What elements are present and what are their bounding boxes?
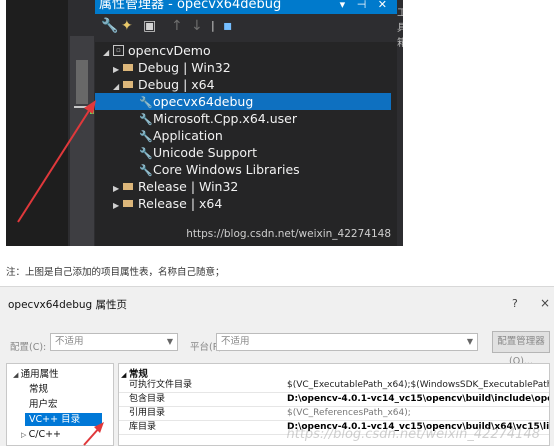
annotation-arrow: [17, 100, 96, 223]
property-manager-screenshot: ✥ 属性管理器 - opecvx64debug ▾ ⊣ ✕ 🔧 ✦ ▣ ↑ ↓ …: [6, 0, 403, 246]
annotation-arrow: [83, 422, 104, 446]
property-pages-dialog: opecvx64debug 属性页 ? × 配置(C): 不适用 ▼ 平台(P):…: [0, 286, 554, 446]
note-text: 注：上图是自己添加的项目属性表，名称自己随意；: [6, 267, 225, 278]
